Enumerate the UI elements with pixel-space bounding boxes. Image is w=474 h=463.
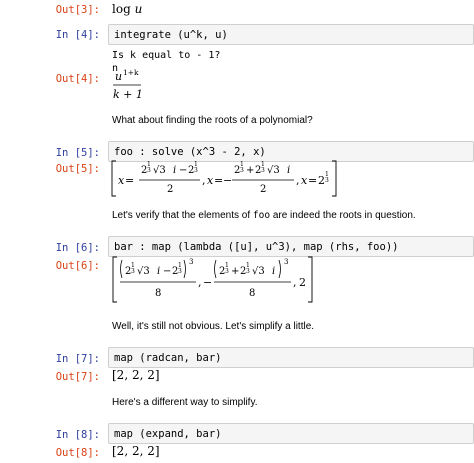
- in-prompt-8: In [8]:: [55, 429, 100, 441]
- output-5-math: x = 2 1 3 √3 i − 2 1 3 2 , x = − 2 1 3 +…: [111, 160, 337, 197]
- out-prompt-8: Out[8]:: [55, 447, 100, 459]
- t2-eight: 8: [249, 288, 255, 299]
- int-denom: k + 1: [113, 88, 143, 101]
- r1-third-den-b: 3: [194, 167, 198, 174]
- right-bracket: [332, 160, 337, 197]
- output-3-math: log u: [112, 2, 142, 16]
- output-6-math: 2 1 3 √3 i − 2 1 3 3 8 , − 2 1 3 + 2 1 3…: [112, 256, 313, 303]
- root2-eq: =: [214, 174, 223, 187]
- t2-third-den-b: 3: [246, 268, 250, 275]
- out-prompt-7: Out[7]:: [55, 371, 100, 383]
- t1-rparen: [183, 259, 186, 279]
- in-prompt-7: In [7]:: [55, 353, 100, 365]
- root3-eq: =: [308, 174, 317, 187]
- left-bracket-6: [112, 256, 117, 303]
- t2-rparen: [278, 259, 281, 279]
- r2-third-den-a: 3: [240, 167, 244, 174]
- t1-third-den-b: 3: [178, 268, 182, 275]
- t2-plus: +: [231, 266, 239, 277]
- markdown-verify: Let's verify that the elements of foo ar…: [112, 210, 416, 221]
- t1-cube: 3: [189, 258, 193, 266]
- out-prompt-3: Out[3]:: [55, 4, 100, 16]
- t2-i: i: [272, 266, 275, 277]
- r1-sqrt3: √3: [153, 165, 166, 176]
- t2-cube: 3: [284, 258, 288, 266]
- t3-two: 2: [299, 276, 306, 289]
- out-prompt-4: Out[4]:: [55, 73, 100, 85]
- r1-denom: 2: [167, 184, 173, 195]
- md-verify-b: are indeed the roots in question.: [270, 210, 416, 221]
- t2-lparen: [214, 259, 217, 279]
- markdown-roots-question: What about finding the roots of a polyno…: [112, 115, 313, 126]
- code-cell-4[interactable]: integrate (u^k, u): [108, 24, 474, 45]
- t1-eight: 8: [155, 288, 161, 299]
- t2-sqrt3: √3: [252, 266, 265, 277]
- r1-i: i: [173, 165, 176, 176]
- markdown-simplify: Well, it's still not obvious. Let's simp…: [112, 321, 315, 332]
- t1-minus: −: [163, 266, 171, 277]
- t2-comma: ,: [293, 276, 297, 289]
- out-prompt-5: Out[5]:: [55, 163, 100, 175]
- output-4-math: u 1+k k + 1: [113, 68, 143, 101]
- t2-neg: −: [203, 276, 212, 289]
- r2-i: i: [287, 165, 290, 176]
- r2-sqrt3: √3: [267, 165, 280, 176]
- r3-two: 2: [318, 174, 325, 187]
- md-verify-code: foo: [252, 210, 271, 221]
- code-cell-7[interactable]: map (radcan, bar): [108, 347, 474, 368]
- int-numer-base: u: [115, 70, 122, 83]
- markdown-different-way: Here's a different way to simplify.: [112, 397, 258, 408]
- int-numer-exp: 1+k: [123, 68, 139, 77]
- in-prompt-5: In [5]:: [55, 147, 100, 159]
- r2-denom: 2: [260, 184, 266, 195]
- t1-i: i: [157, 266, 160, 277]
- code-cell-6[interactable]: bar : map (lambda ([u], u^3), map (rhs, …: [108, 236, 474, 257]
- md-verify-a: Let's verify that the elements of: [112, 210, 253, 221]
- r2-comma: ,: [296, 174, 300, 187]
- t1-sqrt3: √3: [137, 266, 150, 277]
- out-prompt-6: Out[6]:: [55, 260, 100, 272]
- r1-third-den-a: 3: [147, 167, 151, 174]
- root3-x: x: [301, 174, 308, 187]
- output-8-math: [2, 2, 2]: [112, 444, 160, 458]
- r3-third-den: 3: [325, 177, 329, 184]
- r2-plus: +: [246, 165, 254, 176]
- left-bracket: [111, 160, 116, 197]
- t1-comma: ,: [198, 276, 202, 289]
- log-fn: log: [112, 2, 131, 16]
- output-7-math: [2, 2, 2]: [112, 368, 160, 382]
- r1-minus: −: [179, 165, 187, 176]
- in-prompt-6: In [6]:: [55, 242, 100, 254]
- t1-lparen: [120, 259, 123, 279]
- root2-neg: −: [223, 174, 232, 187]
- root1-eq: =: [125, 174, 134, 187]
- r1-comma: ,: [202, 174, 206, 187]
- in-prompt-4: In [4]:: [55, 29, 100, 41]
- log-arg: u: [134, 2, 143, 16]
- t2-third-den-a: 3: [225, 268, 229, 275]
- root1-x: x: [118, 174, 125, 187]
- r2-third-den-b: 3: [261, 167, 265, 174]
- right-bracket-6: [308, 256, 313, 303]
- t1-third-den-a: 3: [131, 268, 135, 275]
- code-cell-5[interactable]: foo : solve (x^3 - 2, x): [108, 141, 474, 162]
- root2-x: x: [207, 174, 214, 187]
- code-cell-8[interactable]: map (expand, bar): [108, 423, 474, 444]
